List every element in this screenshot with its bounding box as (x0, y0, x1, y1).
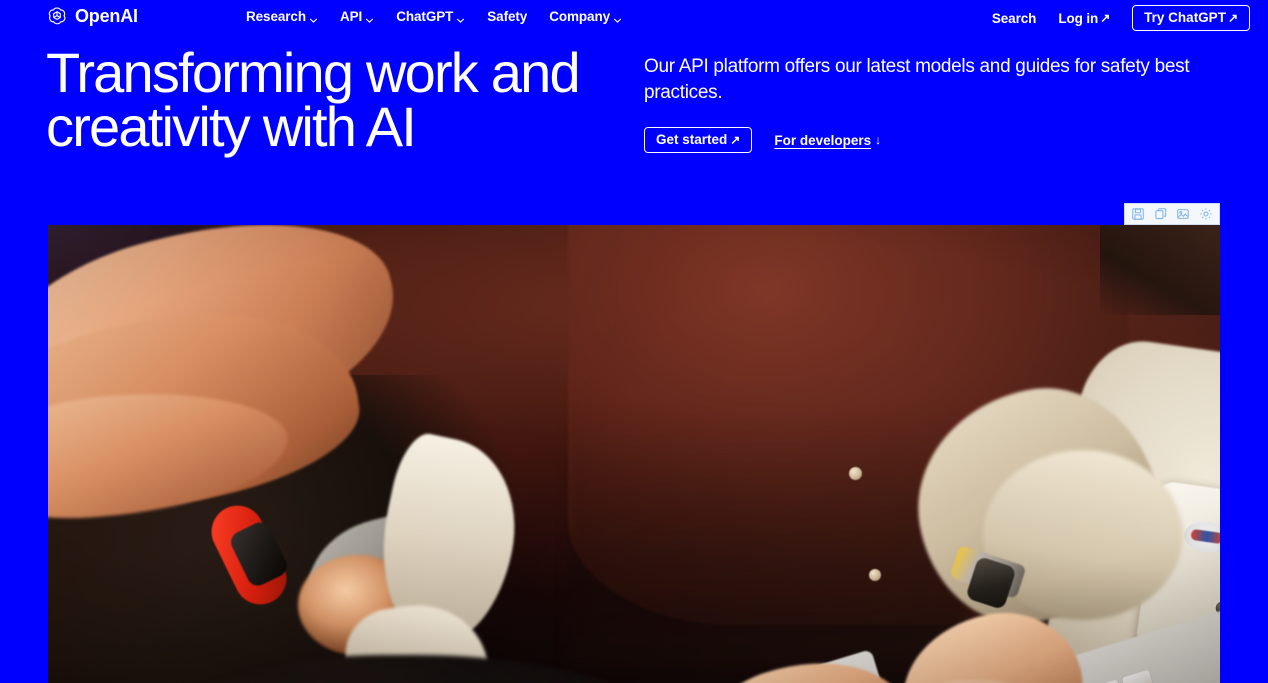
save-icon[interactable] (1129, 205, 1147, 223)
get-started-label: Get started (656, 132, 728, 147)
nav-item-chatgpt-label: ChatGPT (396, 9, 454, 24)
search-button[interactable]: Search (991, 10, 1037, 26)
nav-item-research[interactable]: Research (246, 9, 318, 24)
chevron-down-icon (309, 13, 318, 23)
image-toolbar (1124, 203, 1220, 225)
nav-item-api-label: API (340, 9, 363, 24)
try-chatgpt-label: Try ChatGPT (1144, 10, 1226, 25)
hero-right-column: Our API platform offers our latest model… (644, 54, 1224, 153)
arrow-up-right-icon: ↗ (1100, 11, 1111, 25)
top-navbar: OpenAI Research API ChatGPT Safety Compa… (0, 0, 1268, 36)
arrow-up-right-icon: ↗ (730, 132, 741, 147)
login-link[interactable]: Log in ↗ (1058, 11, 1110, 26)
for-developers-label: For developers (774, 132, 872, 148)
gear-icon[interactable] (1197, 205, 1215, 223)
hero-subtitle: Our API platform offers our latest model… (644, 56, 1190, 103)
nav-item-safety-label: Safety (487, 9, 528, 24)
nav-item-research-label: Research (246, 9, 306, 24)
get-started-button[interactable]: Get started ↗ (644, 127, 753, 153)
hero-actions: Get started ↗ For developers ↓ (644, 127, 1224, 153)
nav-right-actions: Search Log in ↗ Try ChatGPT ↗ (992, 5, 1250, 31)
hero-section: Transforming work and creativity with AI… (0, 44, 1268, 202)
nav-item-chatgpt[interactable]: ChatGPT (396, 9, 465, 24)
page-root: OpenAI Research API ChatGPT Safety Compa… (0, 0, 1268, 683)
arrow-up-right-icon: ↗ (1227, 10, 1238, 25)
photo-vignette (48, 225, 1220, 683)
page-title: Transforming work and creativity with AI (46, 45, 646, 155)
hero-image-canvas (48, 225, 1220, 683)
for-developers-link[interactable]: For developers ↓ (774, 133, 881, 148)
image-icon[interactable] (1174, 205, 1192, 223)
chevron-down-icon (456, 13, 465, 23)
hero-title-line-2: creativity with AI (46, 95, 417, 158)
brand-name: OpenAI (75, 6, 138, 26)
openai-logo-icon (46, 5, 68, 27)
search-label: Search (991, 10, 1037, 26)
brand-logo-link[interactable]: OpenAI (46, 5, 138, 27)
arrow-down-icon: ↓ (875, 133, 882, 147)
nav-item-company[interactable]: Company (549, 9, 622, 24)
chevron-down-icon (365, 13, 374, 23)
hero-image (48, 225, 1220, 683)
nav-item-company-label: Company (549, 9, 611, 24)
nav-item-safety[interactable]: Safety (487, 9, 527, 24)
copy-icon[interactable] (1152, 205, 1170, 223)
chevron-down-icon (613, 13, 622, 23)
login-label: Log in (1058, 10, 1099, 26)
nav-links: Research API ChatGPT Safety Company (246, 9, 622, 24)
nav-item-api[interactable]: API (340, 9, 374, 24)
try-chatgpt-button[interactable]: Try ChatGPT ↗ (1132, 5, 1250, 31)
